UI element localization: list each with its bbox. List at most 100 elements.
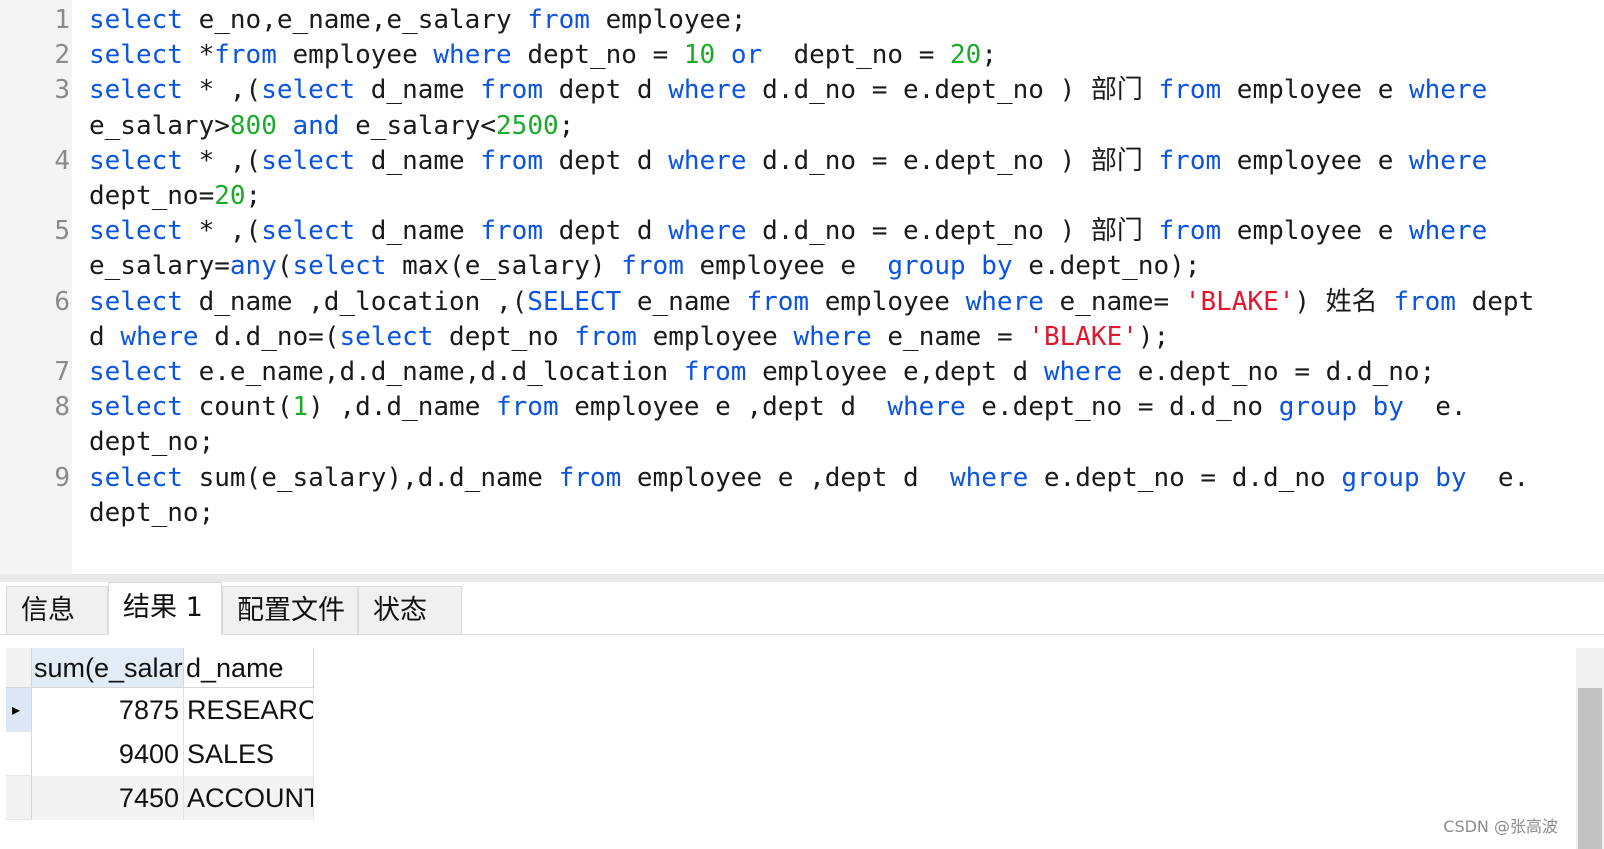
- scrollbar-thumb[interactable]: [1578, 688, 1602, 849]
- sql-text: ;: [558, 110, 575, 141]
- sql-text: d.d_no = e.dept_no ) 部门: [746, 75, 1159, 106]
- sql-keyword: where: [668, 75, 747, 106]
- line-number: 1: [54, 5, 70, 35]
- tab-profile[interactable]: 配置文件: [222, 586, 358, 634]
- sql-keyword: where: [1409, 145, 1488, 176]
- cell-d-name[interactable]: SALES: [184, 732, 314, 776]
- code-line[interactable]: e_salary=any(select max(e_salary) from e…: [89, 248, 1200, 284]
- result-grid[interactable]: sum(e_salary) d_name ▸ 7875 RESEARCH 940…: [6, 648, 314, 820]
- cell-sum-salary[interactable]: 7450: [32, 776, 184, 820]
- code-line[interactable]: dept_no;: [89, 424, 214, 460]
- sql-keyword: where: [1409, 75, 1488, 106]
- sql-keyword: group by: [1341, 462, 1467, 493]
- sql-text: dept d: [542, 145, 669, 176]
- tab-info-label: 信息: [21, 595, 75, 626]
- code-line[interactable]: select sum(e_salary),d.d_name from emplo…: [89, 460, 1529, 496]
- sql-text: ) 姓名: [1294, 286, 1394, 317]
- column-header-sum-salary[interactable]: sum(e_salary): [32, 648, 184, 688]
- vertical-scrollbar[interactable]: [1576, 648, 1604, 849]
- row-selector-current[interactable]: ▸: [6, 688, 32, 732]
- sql-keyword: from: [683, 357, 747, 387]
- sql-text: max(e_salary): [386, 251, 622, 282]
- line-number: 6: [54, 286, 70, 317]
- sql-text: e_salary>: [89, 110, 230, 141]
- code-line[interactable]: select *from employee where dept_no = 10…: [89, 37, 997, 73]
- code-line[interactable]: dept_no=20;: [89, 178, 261, 214]
- sql-keyword: from: [558, 462, 622, 493]
- code-line[interactable]: e_salary>800 and e_salary<2500;: [89, 108, 574, 144]
- sql-text: d_name: [355, 216, 481, 247]
- sql-keyword: select: [261, 75, 356, 106]
- sql-text: d_name: [355, 145, 481, 176]
- sql-text: ;: [245, 181, 262, 211]
- sql-keyword: from: [1158, 216, 1222, 247]
- sql-text: employee: [636, 321, 794, 352]
- sql-keyword: from: [480, 216, 543, 247]
- sql-text: e_salary=: [89, 251, 230, 282]
- code-line[interactable]: d where d.d_no=(select dept_no from empl…: [89, 319, 1169, 355]
- sql-number: 2500: [496, 110, 559, 141]
- sql-keyword: from: [1158, 75, 1222, 106]
- cell-d-name[interactable]: ACCOUNTING: [184, 776, 314, 820]
- cell-d-name[interactable]: RESEARCH: [184, 688, 314, 732]
- code-line[interactable]: select * ,(select d_name from dept d whe…: [89, 143, 1487, 179]
- sql-keyword: group by: [887, 251, 1013, 282]
- sql-text: dept_no =: [511, 40, 684, 71]
- cell-sum-salary[interactable]: 7875: [32, 688, 184, 732]
- tab-result-1-label: 结果 1: [123, 592, 203, 623]
- panel-splitter[interactable]: [0, 574, 1604, 582]
- code-line[interactable]: select d_name ,d_location ,(SELECT e_nam…: [89, 284, 1534, 320]
- sql-keyword: from: [480, 75, 543, 106]
- row-selector[interactable]: [6, 776, 32, 820]
- sql-text: e_name=: [1043, 286, 1185, 317]
- sql-keyword: from: [1158, 145, 1222, 176]
- sql-text: d.d_no=(: [198, 321, 340, 352]
- sql-text: e.: [1403, 392, 1467, 423]
- code-line[interactable]: select e_no,e_name,e_salary from employe…: [89, 2, 746, 38]
- sql-number: 20: [950, 40, 982, 71]
- sql-text: employee;: [589, 5, 747, 35]
- sql-keyword: where: [949, 462, 1029, 493]
- sql-text: e.dept_no = d.d_no;: [1122, 357, 1436, 387]
- sql-text: ;: [981, 40, 997, 71]
- sql-keyword: from: [480, 145, 543, 176]
- sql-text: e_no,e_name,e_salary: [182, 5, 528, 35]
- code-line[interactable]: select * ,(select d_name from dept d whe…: [89, 213, 1487, 249]
- sql-text: employee e: [1221, 75, 1409, 106]
- sql-keyword: select: [261, 216, 356, 247]
- sql-text: dept d: [542, 216, 669, 247]
- sql-keyword: select: [89, 145, 183, 176]
- sql-keyword: select: [292, 251, 387, 282]
- sql-keyword: where: [965, 286, 1044, 317]
- sql-keyword: select: [89, 462, 183, 493]
- sql-keyword: where: [1409, 216, 1488, 247]
- sql-text: dept_no =: [762, 40, 950, 71]
- column-header-d-name[interactable]: d_name: [184, 648, 314, 688]
- code-line[interactable]: select count(1) ,d.d_name from employee …: [89, 389, 1467, 425]
- row-selector[interactable]: [6, 732, 32, 776]
- sql-text: *: [182, 40, 215, 71]
- sql-keyword: where: [433, 40, 512, 71]
- tab-info[interactable]: 信息: [6, 586, 108, 634]
- sql-keyword: from: [496, 392, 559, 423]
- sql-number: 800: [229, 110, 277, 141]
- cell-sum-salary[interactable]: 9400: [32, 732, 184, 776]
- tab-status[interactable]: 状态: [358, 586, 462, 634]
- code-line[interactable]: dept_no;: [89, 495, 214, 531]
- sql-string: 'BLAKE': [1028, 321, 1138, 352]
- sql-text: employee: [809, 286, 966, 317]
- code-line[interactable]: select * ,(select d_name from dept d whe…: [89, 72, 1487, 108]
- sql-keyword: select: [89, 75, 183, 106]
- sql-text: d: [89, 321, 121, 352]
- sql-keyword: from: [621, 251, 684, 282]
- grid-corner: [6, 648, 32, 688]
- code-line[interactable]: select e.e_name,d.d_name,d.d_location fr…: [89, 354, 1435, 390]
- line-number: 7: [54, 357, 70, 387]
- sql-keyword: where: [887, 392, 966, 423]
- sql-text: employee: [276, 40, 434, 71]
- sql-keyword: any: [229, 251, 277, 282]
- column-header-label: sum(e_salary): [34, 653, 183, 683]
- tab-result-1[interactable]: 结果 1: [108, 582, 222, 635]
- sql-text: e_name =: [871, 321, 1029, 352]
